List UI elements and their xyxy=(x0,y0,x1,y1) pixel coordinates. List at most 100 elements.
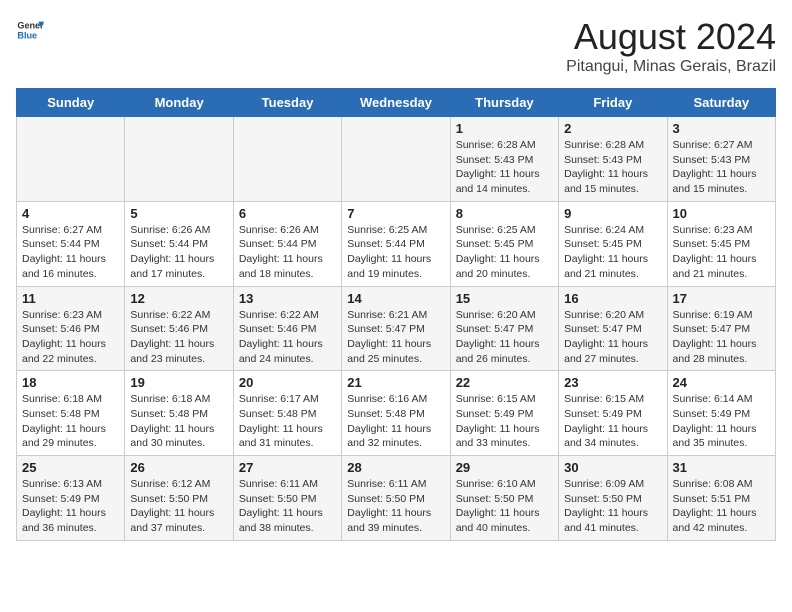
day-number: 9 xyxy=(564,206,661,221)
day-number: 15 xyxy=(456,291,553,306)
calendar-cell: 16 Sunrise: 6:20 AM Sunset: 5:47 PM Dayli… xyxy=(559,286,667,371)
day-number: 13 xyxy=(239,291,336,306)
day-number: 8 xyxy=(456,206,553,221)
calendar-cell: 4 Sunrise: 6:27 AM Sunset: 5:44 PM Daylig… xyxy=(17,201,125,286)
day-number: 19 xyxy=(130,375,227,390)
calendar-cell: 29Sunrise: 6:10 AM Sunset: 5:50 PM Dayli… xyxy=(450,456,558,541)
day-number: 1 xyxy=(456,121,553,136)
day-number: 22 xyxy=(456,375,553,390)
day-of-week-header: Tuesday xyxy=(233,89,341,117)
day-number: 3 xyxy=(673,121,770,136)
calendar-cell xyxy=(17,117,125,202)
calendar-cell: 22Sunrise: 6:15 AM Sunset: 5:49 PM Dayli… xyxy=(450,371,558,456)
day-number: 24 xyxy=(673,375,770,390)
main-title: August 2024 xyxy=(566,16,776,58)
day-number: 12 xyxy=(130,291,227,306)
day-info: Sunrise: 6:13 AM Sunset: 5:49 PM Dayligh… xyxy=(22,477,119,536)
logo: General Blue xyxy=(16,16,44,44)
day-info: Sunrise: 6:23 AM Sunset: 5:45 PM Dayligh… xyxy=(673,223,770,282)
calendar-cell: 6 Sunrise: 6:26 AM Sunset: 5:44 PM Daylig… xyxy=(233,201,341,286)
day-info: Sunrise: 6:18 AM Sunset: 5:48 PM Dayligh… xyxy=(22,392,119,451)
day-number: 23 xyxy=(564,375,661,390)
day-info: Sunrise: 6:20 AM Sunset: 5:47 PM Dayligh… xyxy=(564,308,661,367)
day-number: 28 xyxy=(347,460,444,475)
day-number: 10 xyxy=(673,206,770,221)
day-number: 17 xyxy=(673,291,770,306)
day-number: 21 xyxy=(347,375,444,390)
day-number: 18 xyxy=(22,375,119,390)
calendar-cell: 26 Sunrise: 6:12 AM Sunset: 5:50 PM Dayli… xyxy=(125,456,233,541)
day-info: Sunrise: 6:17 AM Sunset: 5:48 PM Dayligh… xyxy=(239,392,336,451)
day-of-week-header: Friday xyxy=(559,89,667,117)
day-info: Sunrise: 6:16 AM Sunset: 5:48 PM Dayligh… xyxy=(347,392,444,451)
day-number: 6 xyxy=(239,206,336,221)
day-number: 25 xyxy=(22,460,119,475)
calendar-cell: 1Sunrise: 6:28 AM Sunset: 5:43 PM Daylig… xyxy=(450,117,558,202)
day-number: 31 xyxy=(673,460,770,475)
calendar-cell xyxy=(125,117,233,202)
day-info: Sunrise: 6:08 AM Sunset: 5:51 PM Dayligh… xyxy=(673,477,770,536)
day-number: 20 xyxy=(239,375,336,390)
calendar-cell: 27 Sunrise: 6:11 AM Sunset: 5:50 PM Dayli… xyxy=(233,456,341,541)
day-info: Sunrise: 6:19 AM Sunset: 5:47 PM Dayligh… xyxy=(673,308,770,367)
day-number: 4 xyxy=(22,206,119,221)
day-info: Sunrise: 6:25 AM Sunset: 5:45 PM Dayligh… xyxy=(456,223,553,282)
calendar-cell: 7 Sunrise: 6:25 AM Sunset: 5:44 PM Daylig… xyxy=(342,201,450,286)
day-number: 14 xyxy=(347,291,444,306)
day-number: 2 xyxy=(564,121,661,136)
calendar-cell: 24 Sunrise: 6:14 AM Sunset: 5:49 PM Dayli… xyxy=(667,371,775,456)
calendar-cell: 15 Sunrise: 6:20 AM Sunset: 5:47 PM Dayli… xyxy=(450,286,558,371)
calendar-cell: 11Sunrise: 6:23 AM Sunset: 5:46 PM Dayli… xyxy=(17,286,125,371)
day-info: Sunrise: 6:09 AM Sunset: 5:50 PM Dayligh… xyxy=(564,477,661,536)
calendar-table: SundayMondayTuesdayWednesdayThursdayFrid… xyxy=(16,88,776,541)
svg-text:Blue: Blue xyxy=(17,30,37,40)
calendar-cell: 18 Sunrise: 6:18 AM Sunset: 5:48 PM Dayli… xyxy=(17,371,125,456)
day-of-week-header: Wednesday xyxy=(342,89,450,117)
day-info: Sunrise: 6:14 AM Sunset: 5:49 PM Dayligh… xyxy=(673,392,770,451)
title-area: August 2024 Pitangui, Minas Gerais, Braz… xyxy=(566,16,776,76)
day-number: 26 xyxy=(130,460,227,475)
day-info: Sunrise: 6:27 AM Sunset: 5:44 PM Dayligh… xyxy=(22,223,119,282)
day-of-week-header: Sunday xyxy=(17,89,125,117)
calendar-cell: 5 Sunrise: 6:26 AM Sunset: 5:44 PM Daylig… xyxy=(125,201,233,286)
day-info: Sunrise: 6:22 AM Sunset: 5:46 PM Dayligh… xyxy=(130,308,227,367)
calendar-cell: 3 Sunrise: 6:27 AM Sunset: 5:43 PM Daylig… xyxy=(667,117,775,202)
day-number: 5 xyxy=(130,206,227,221)
calendar-cell xyxy=(233,117,341,202)
day-info: Sunrise: 6:11 AM Sunset: 5:50 PM Dayligh… xyxy=(239,477,336,536)
day-number: 16 xyxy=(564,291,661,306)
calendar-cell: 28 Sunrise: 6:11 AM Sunset: 5:50 PM Dayli… xyxy=(342,456,450,541)
calendar-cell: 17 Sunrise: 6:19 AM Sunset: 5:47 PM Dayli… xyxy=(667,286,775,371)
calendar-cell: 21 Sunrise: 6:16 AM Sunset: 5:48 PM Dayli… xyxy=(342,371,450,456)
logo-icon: General Blue xyxy=(16,16,44,44)
calendar-cell: 20 Sunrise: 6:17 AM Sunset: 5:48 PM Dayli… xyxy=(233,371,341,456)
day-info: Sunrise: 6:12 AM Sunset: 5:50 PM Dayligh… xyxy=(130,477,227,536)
day-info: Sunrise: 6:27 AM Sunset: 5:43 PM Dayligh… xyxy=(673,138,770,197)
day-of-week-header: Thursday xyxy=(450,89,558,117)
calendar-cell: 14 Sunrise: 6:21 AM Sunset: 5:47 PM Dayli… xyxy=(342,286,450,371)
day-number: 27 xyxy=(239,460,336,475)
day-info: Sunrise: 6:15 AM Sunset: 5:49 PM Dayligh… xyxy=(564,392,661,451)
day-number: 11 xyxy=(22,291,119,306)
calendar-cell: 25 Sunrise: 6:13 AM Sunset: 5:49 PM Dayli… xyxy=(17,456,125,541)
calendar-cell: 31 Sunrise: 6:08 AM Sunset: 5:51 PM Dayli… xyxy=(667,456,775,541)
day-info: Sunrise: 6:24 AM Sunset: 5:45 PM Dayligh… xyxy=(564,223,661,282)
day-info: Sunrise: 6:26 AM Sunset: 5:44 PM Dayligh… xyxy=(239,223,336,282)
calendar-cell: 30Sunrise: 6:09 AM Sunset: 5:50 PM Dayli… xyxy=(559,456,667,541)
calendar-cell: 23 Sunrise: 6:15 AM Sunset: 5:49 PM Dayli… xyxy=(559,371,667,456)
day-info: Sunrise: 6:28 AM Sunset: 5:43 PM Dayligh… xyxy=(564,138,661,197)
calendar-cell: 10 Sunrise: 6:23 AM Sunset: 5:45 PM Dayli… xyxy=(667,201,775,286)
calendar-cell: 2 Sunrise: 6:28 AM Sunset: 5:43 PM Daylig… xyxy=(559,117,667,202)
day-info: Sunrise: 6:20 AM Sunset: 5:47 PM Dayligh… xyxy=(456,308,553,367)
day-info: Sunrise: 6:21 AM Sunset: 5:47 PM Dayligh… xyxy=(347,308,444,367)
day-info: Sunrise: 6:26 AM Sunset: 5:44 PM Dayligh… xyxy=(130,223,227,282)
calendar-cell: 8 Sunrise: 6:25 AM Sunset: 5:45 PM Daylig… xyxy=(450,201,558,286)
day-info: Sunrise: 6:25 AM Sunset: 5:44 PM Dayligh… xyxy=(347,223,444,282)
header: General Blue August 2024 Pitangui, Minas… xyxy=(16,16,776,76)
day-number: 7 xyxy=(347,206,444,221)
calendar-cell: 12 Sunrise: 6:22 AM Sunset: 5:46 PM Dayli… xyxy=(125,286,233,371)
day-number: 29 xyxy=(456,460,553,475)
day-of-week-header: Saturday xyxy=(667,89,775,117)
calendar-cell: 13Sunrise: 6:22 AM Sunset: 5:46 PM Dayli… xyxy=(233,286,341,371)
day-info: Sunrise: 6:11 AM Sunset: 5:50 PM Dayligh… xyxy=(347,477,444,536)
